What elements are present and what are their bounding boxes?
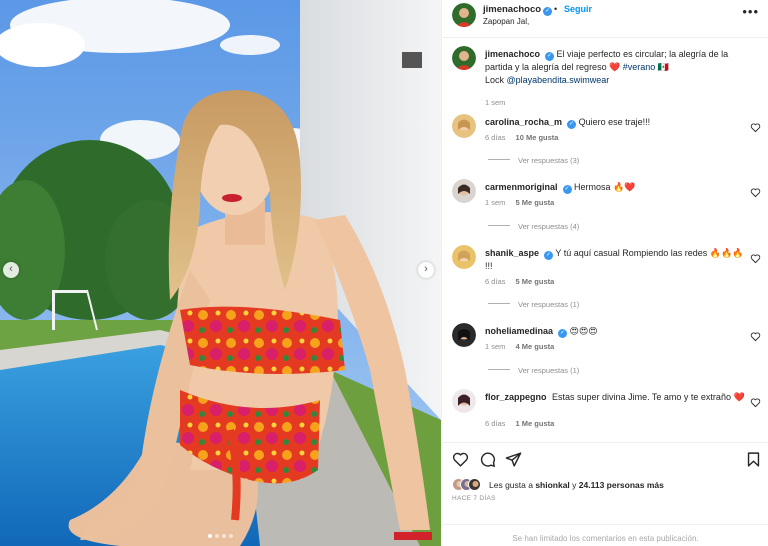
post-side-panel: jimenachoco ✓ • Seguir Zapopan Jal, ••• j…	[441, 0, 768, 546]
comment-like-heart-icon[interactable]	[750, 187, 761, 198]
divider	[488, 225, 510, 226]
avatar[interactable]	[452, 245, 476, 269]
comment-like-heart-icon[interactable]	[750, 253, 761, 264]
post-timestamp[interactable]: HACE 7 DÍAS	[452, 495, 496, 502]
mention-link[interactable]: @playabendita.swimwear	[507, 75, 610, 85]
comment-likes[interactable]: 1 Me gusta	[516, 419, 555, 428]
view-replies-button[interactable]: Ver respuestas (3)	[488, 156, 579, 165]
comment-likes[interactable]: 5 Me gusta	[516, 198, 555, 207]
comment-time[interactable]: 1 sem	[485, 198, 505, 207]
view-replies-button[interactable]: Ver respuestas (1)	[488, 300, 579, 309]
comment-time[interactable]: 6 días	[485, 133, 505, 142]
comment-like-heart-icon[interactable]	[750, 122, 761, 133]
heart-icon[interactable]	[452, 451, 469, 468]
comment-meta: 6 días 1 Me gusta	[485, 419, 562, 428]
carousel-dot	[229, 534, 233, 538]
post-author-username[interactable]: jimenachoco ✓	[483, 4, 553, 16]
post-location[interactable]: Zapopan Jal,	[483, 17, 529, 26]
view-replies-button[interactable]: Ver respuestas (1)	[488, 366, 579, 375]
comment-like-heart-icon[interactable]	[750, 397, 761, 408]
comment-likes[interactable]: 4 Me gusta	[516, 342, 555, 351]
comment-text: flor_zappegno Estas super divina Jime. T…	[485, 392, 745, 402]
separator-dot: •	[554, 4, 558, 14]
comment-username[interactable]: carolina_rocha_m	[485, 117, 562, 127]
likes-text: Les gusta a shionkal y 24.113 personas m…	[489, 480, 664, 490]
comments-limited-notice: Se han limitado los comentarios en esta …	[442, 524, 768, 546]
avatar[interactable]	[452, 3, 476, 27]
chevron-right-icon: ›	[424, 263, 428, 275]
comment-username[interactable]: flor_zappegno	[485, 392, 547, 402]
divider	[488, 369, 510, 370]
post-actions: Les gusta a shionkal y 24.113 personas m…	[442, 442, 768, 546]
share-icon[interactable]	[505, 451, 522, 468]
carousel-dot	[222, 534, 226, 538]
comment-time[interactable]: 6 días	[485, 419, 505, 428]
comment-username[interactable]: noheliamedinaa	[485, 326, 553, 336]
post-photo[interactable]: ‹ ›	[0, 0, 441, 546]
caption-time[interactable]: 1 sem	[485, 98, 505, 107]
liker-username[interactable]: shionkal	[535, 480, 569, 490]
caption-meta: 1 sem	[485, 98, 513, 107]
comment-meta: 1 sem 5 Me gusta	[485, 198, 562, 207]
comment-text: carolina_rocha_m ✓ Quiero ese traje!!!	[485, 117, 651, 129]
carousel-dot	[215, 534, 219, 538]
comment-meta: 6 días 5 Me gusta	[485, 277, 562, 286]
verified-badge-icon: ✓	[543, 7, 553, 16]
likes-count[interactable]: 24.113 personas más	[579, 480, 664, 490]
comment-like-heart-icon[interactable]	[750, 331, 761, 342]
carousel-next-button[interactable]: ›	[418, 262, 434, 278]
caption-text: jimenachoco ✓ El viaje perfecto es circul…	[485, 49, 729, 85]
comment-likes[interactable]: 10 Me gusta	[516, 133, 559, 142]
avatar[interactable]	[452, 179, 476, 203]
carousel-prev-button[interactable]: ‹	[3, 262, 19, 278]
verified-badge-icon: ✓	[567, 120, 577, 129]
post-header: jimenachoco ✓ • Seguir Zapopan Jal, •••	[442, 0, 768, 38]
comment-meta: 6 días 10 Me gusta	[485, 133, 566, 142]
more-options-icon[interactable]: •••	[742, 4, 759, 19]
comment-text: carmenmoriginal ✓ Hermosa 🔥❤️	[485, 182, 636, 194]
comment-username[interactable]: shanik_aspe	[485, 248, 539, 258]
avatar[interactable]	[452, 323, 476, 347]
comment-icon[interactable]	[479, 451, 496, 468]
divider	[488, 159, 510, 160]
avatar	[468, 478, 481, 491]
carousel-dot	[208, 534, 212, 538]
comment-meta: 1 sem 4 Me gusta	[485, 342, 562, 351]
photo-illustration	[0, 0, 441, 546]
verified-badge-icon: ✓	[544, 251, 554, 260]
view-replies-button[interactable]: Ver respuestas (4)	[488, 222, 579, 231]
comment-likes[interactable]: 5 Me gusta	[516, 277, 555, 286]
avatar[interactable]	[452, 389, 476, 413]
verified-badge-icon: ✓	[558, 329, 568, 338]
avatar[interactable]	[452, 114, 476, 138]
avatar[interactable]	[452, 46, 476, 70]
divider	[488, 303, 510, 304]
verified-badge-icon: ✓	[545, 52, 555, 61]
hashtag-link[interactable]: #verano	[623, 62, 656, 72]
comment-time[interactable]: 1 sem	[485, 342, 505, 351]
verified-badge-icon: ✓	[562, 185, 572, 194]
caption-username[interactable]: jimenachoco	[485, 49, 540, 59]
comment-text: noheliamedinaa ✓ 😍😍😍	[485, 326, 598, 338]
comment-time[interactable]: 6 días	[485, 277, 505, 286]
comment-text: shanik_aspe ✓ Y tú aquí casual Rompiendo …	[485, 248, 744, 271]
follow-button[interactable]: Seguir	[564, 4, 592, 14]
comment-username[interactable]: carmenmoriginal	[485, 182, 558, 192]
chevron-left-icon: ‹	[9, 263, 13, 275]
bookmark-icon[interactable]	[745, 451, 762, 468]
carousel-indicator	[0, 534, 441, 538]
comments-list[interactable]: jimenachoco ✓ El viaje perfecto es circul…	[442, 38, 768, 442]
